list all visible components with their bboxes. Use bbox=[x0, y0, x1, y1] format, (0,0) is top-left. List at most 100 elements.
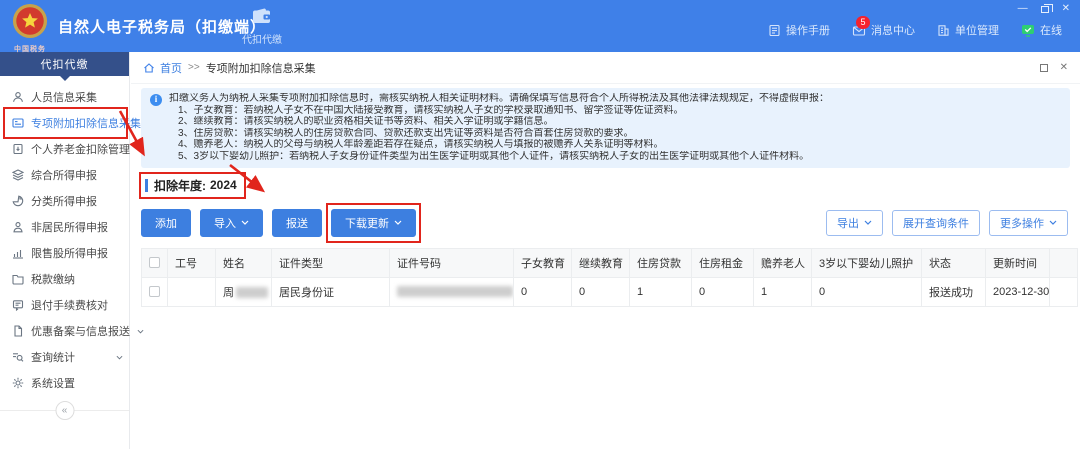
sidebar-item-label: 人员信息采集 bbox=[31, 89, 97, 105]
maximize-tab-icon[interactable] bbox=[1040, 64, 1048, 72]
cell-id-number bbox=[390, 277, 514, 306]
message-icon: 5 bbox=[852, 24, 866, 37]
notice-line: 1、子女教育：若纳税人子女不在中国大陆接受教育，请核实纳税人子女的学校录取通知书… bbox=[169, 105, 1060, 117]
person-icon bbox=[12, 91, 24, 103]
cell-name: 周 bbox=[216, 277, 272, 306]
cell-housing-loan: 1 bbox=[630, 277, 692, 306]
manual-label: 操作手册 bbox=[786, 22, 830, 38]
breadcrumb-home[interactable]: 首页 bbox=[160, 60, 182, 76]
search-list-icon bbox=[12, 351, 24, 363]
bar-chart-icon bbox=[12, 247, 24, 259]
building-icon bbox=[937, 24, 950, 37]
import-button[interactable]: 导入 bbox=[200, 209, 263, 237]
app-header: 中国税务 自然人电子税务局（扣缴端） 代扣代缴 操作手册 bbox=[0, 0, 1080, 52]
sidebar-item-system-settings[interactable]: 系统设置 bbox=[0, 370, 129, 396]
sidebar-header: 代扣代缴 bbox=[0, 52, 129, 76]
cell-emp-no bbox=[168, 277, 216, 306]
close-button[interactable]: ✕ bbox=[1062, 4, 1070, 14]
cell-update-time: 2023-12-30 bbox=[986, 277, 1050, 306]
tab-daikou-daijiao[interactable]: 代扣代缴 bbox=[232, 7, 292, 46]
notice-line: 扣缴义务人为纳税人采集专项附加扣除信息时，需核实纳税人相关证明材料。请确保填写信… bbox=[169, 93, 1060, 105]
sidebar-item-restricted-stock[interactable]: 限售股所得申报 bbox=[0, 240, 129, 266]
filter-row: 扣除年度: 2024 bbox=[145, 177, 1080, 197]
row-checkbox[interactable] bbox=[149, 286, 160, 297]
message-center-button[interactable]: 5 消息中心 bbox=[852, 22, 915, 38]
export-button[interactable]: 导出 bbox=[826, 210, 883, 236]
close-tab-icon[interactable]: ✕ bbox=[1060, 62, 1068, 73]
tab-controls: ✕ bbox=[1040, 62, 1068, 73]
deduction-year-label: 扣除年度: bbox=[154, 177, 206, 194]
table-row[interactable]: 周 居民身份证 0 0 1 0 1 0 报送成功 2023-12-30 bbox=[142, 277, 1078, 306]
chevron-down-icon bbox=[137, 329, 144, 334]
sidebar-item-label: 分类所得申报 bbox=[31, 193, 97, 209]
info-icon: i bbox=[150, 94, 162, 106]
toolbar: 添加 导入 报送 下载更新 导出 展开查询条件 bbox=[141, 209, 1068, 237]
notice-line: 3、住房贷款：请核实纳税人的住房贷款合同、贷款还款支出凭证等资料是否符合首套住房… bbox=[169, 128, 1060, 140]
add-label: 添加 bbox=[155, 215, 177, 231]
sidebar-item-label: 专项附加扣除信息采集 bbox=[31, 115, 141, 131]
tab-label: 代扣代缴 bbox=[232, 31, 292, 46]
download-update-label: 下载更新 bbox=[345, 215, 389, 231]
col-header-continuing-education: 继续教育 bbox=[572, 248, 630, 277]
select-all-checkbox[interactable] bbox=[149, 257, 160, 268]
col-header-child-education: 子女教育 bbox=[514, 248, 572, 277]
restore-button[interactable] bbox=[1041, 6, 1049, 13]
sidebar-item-special-deduction[interactable]: 专项附加扣除信息采集 bbox=[0, 110, 129, 136]
org-manage-button[interactable]: 单位管理 bbox=[937, 22, 999, 38]
cell-continuing-education: 0 bbox=[572, 277, 630, 306]
gear-icon bbox=[12, 377, 24, 389]
redacted-id-number bbox=[397, 286, 513, 297]
row-select-cell bbox=[142, 277, 168, 306]
sidebar-item-query-statistics[interactable]: 查询统计 bbox=[0, 344, 129, 370]
tax-bureau-logo: 中国税务 bbox=[8, 3, 52, 54]
cell-child-education: 0 bbox=[514, 277, 572, 306]
sidebar-item-classified-income[interactable]: 分类所得申报 bbox=[0, 188, 129, 214]
cell-infant-care: 0 bbox=[812, 277, 922, 306]
submit-button[interactable]: 报送 bbox=[272, 209, 322, 237]
layers-icon bbox=[12, 169, 24, 181]
notice-banner: i 扣缴义务人为纳税人采集专项附加扣除信息时，需核实纳税人相关证明材料。请确保填… bbox=[141, 88, 1070, 168]
chevron-down-icon bbox=[116, 355, 123, 360]
online-label: 在线 bbox=[1040, 22, 1062, 38]
main-panel: 首页 >> 专项附加扣除信息采集 ✕ i 扣缴义务人为纳税人采集专项附加扣除信息… bbox=[131, 52, 1080, 449]
restore-icon bbox=[1041, 6, 1049, 13]
logo-caption: 中国税务 bbox=[8, 44, 52, 54]
sidebar-item-label: 优惠备案与信息报送 bbox=[31, 323, 130, 339]
cell-id-type: 居民身份证 bbox=[272, 277, 390, 306]
breadcrumb-separator: >> bbox=[188, 62, 200, 73]
chevron-down-icon bbox=[394, 220, 402, 225]
sidebar-item-label: 个人养老金扣除管理 bbox=[31, 141, 130, 157]
sidebar: 代扣代缴 人员信息采集 专项附加扣除信息采集 个人养老金扣除管理 综合所得申报 bbox=[0, 52, 130, 449]
export-label: 导出 bbox=[837, 215, 859, 231]
download-update-button[interactable]: 下载更新 bbox=[331, 209, 416, 237]
sidebar-item-personnel-info[interactable]: 人员信息采集 bbox=[0, 84, 129, 110]
collapse-sidebar-button[interactable]: « bbox=[55, 401, 74, 420]
sidebar-item-tax-payment[interactable]: 税款缴纳 bbox=[0, 266, 129, 292]
minimize-button[interactable]: — bbox=[1018, 4, 1028, 14]
notice-line: 4、赡养老人：纳税人的父母与纳税人年龄差距若存在疑点，请核实纳税人与填报的被赡养… bbox=[169, 139, 1060, 151]
records-table: 工号 姓名 证件类型 证件号码 子女教育 继续教育 住房贷款 住房租金 赡养老人… bbox=[141, 248, 1078, 307]
expand-query-button[interactable]: 展开查询条件 bbox=[892, 210, 980, 236]
sidebar-item-label: 非居民所得申报 bbox=[31, 219, 108, 235]
manual-button[interactable]: 操作手册 bbox=[768, 22, 830, 38]
person-outline-icon bbox=[12, 221, 24, 233]
pie-chart-icon bbox=[12, 195, 24, 207]
expand-query-label: 展开查询条件 bbox=[903, 215, 969, 231]
col-header-emp-no: 工号 bbox=[168, 248, 216, 277]
sidebar-item-fee-refund-check[interactable]: 退付手续费核对 bbox=[0, 292, 129, 318]
col-header-update-time: 更新时间 bbox=[986, 248, 1050, 277]
receipt-icon bbox=[12, 299, 24, 311]
sidebar-item-nonresident-income[interactable]: 非居民所得申报 bbox=[0, 214, 129, 240]
breadcrumb: 首页 >> 专项附加扣除信息采集 ✕ bbox=[131, 52, 1080, 84]
col-header-elderly-support: 赡养老人 bbox=[754, 248, 812, 277]
sidebar-item-pension-deduction[interactable]: 个人养老金扣除管理 bbox=[0, 136, 129, 162]
cell-status: 报送成功 bbox=[922, 277, 986, 306]
download-update-wrap: 下载更新 bbox=[331, 209, 416, 237]
sidebar-item-preference-filing[interactable]: 优惠备案与信息报送 bbox=[0, 318, 129, 344]
wallet-icon bbox=[252, 7, 272, 24]
select-all-cell bbox=[142, 248, 168, 277]
more-actions-button[interactable]: 更多操作 bbox=[989, 210, 1068, 236]
chevron-down-icon bbox=[1049, 220, 1057, 225]
sidebar-item-comprehensive-income[interactable]: 综合所得申报 bbox=[0, 162, 129, 188]
add-button[interactable]: 添加 bbox=[141, 209, 191, 237]
